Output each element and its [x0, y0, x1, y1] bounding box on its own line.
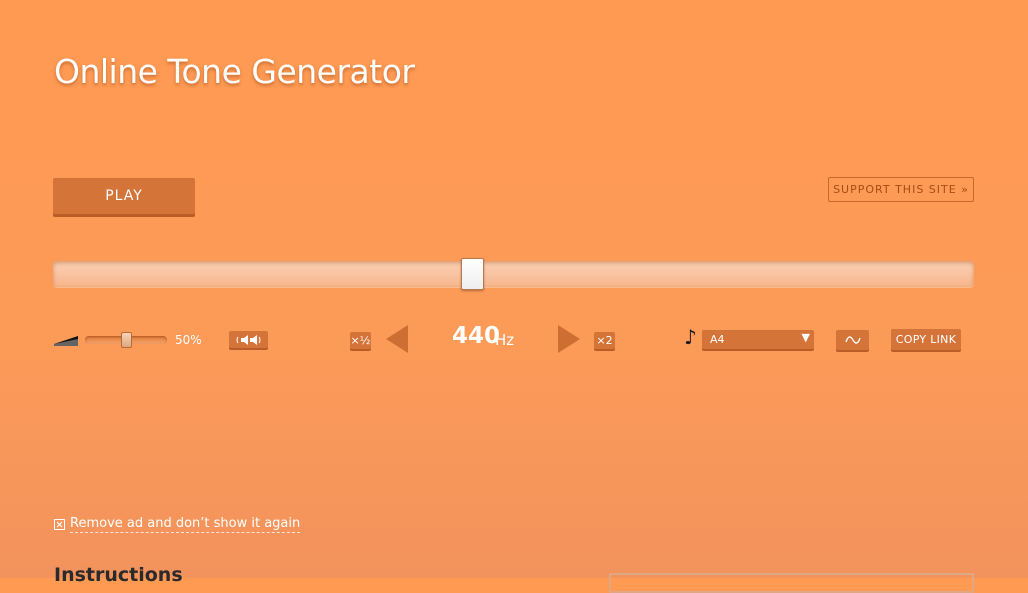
music-note-icon: ♪ [684, 325, 697, 349]
waveform-button[interactable] [836, 330, 869, 350]
double-frequency-button[interactable]: ×2 [594, 332, 615, 349]
prev-frequency-icon[interactable] [386, 325, 408, 353]
balance-icon [236, 334, 260, 345]
frequency-unit: Hz [495, 331, 515, 349]
chevron-down-icon: ▼ [801, 331, 810, 344]
volume-slider[interactable] [85, 332, 167, 348]
page-title: Online Tone Generator [54, 52, 415, 91]
play-button[interactable]: PLAY [53, 178, 195, 214]
volume-percent: 50% [175, 333, 202, 347]
note-select[interactable]: A4 ▼ [702, 330, 814, 349]
info-box [609, 573, 974, 593]
next-frequency-icon[interactable] [558, 325, 580, 353]
close-box-icon [54, 519, 65, 530]
copy-link-button[interactable]: COPY LINK [891, 329, 961, 350]
remove-ad-label: Remove ad and don’t show it again [70, 516, 301, 533]
remove-ad-link[interactable]: Remove ad and don’t show it again [54, 516, 301, 533]
frequency-value[interactable]: 440 [452, 323, 500, 349]
volume-icon [54, 336, 78, 346]
volume-slider-thumb[interactable] [121, 332, 132, 348]
sine-wave-icon [844, 336, 861, 344]
support-site-button[interactable]: SUPPORT THIS SITE » [828, 177, 974, 202]
frequency-slider-thumb[interactable] [461, 258, 485, 290]
balance-button[interactable] [229, 331, 268, 348]
note-selected-value: A4 [710, 333, 725, 346]
halve-frequency-button[interactable]: ×½ [350, 332, 371, 349]
frequency-slider[interactable] [53, 258, 974, 290]
instructions-heading: Instructions [54, 564, 183, 586]
